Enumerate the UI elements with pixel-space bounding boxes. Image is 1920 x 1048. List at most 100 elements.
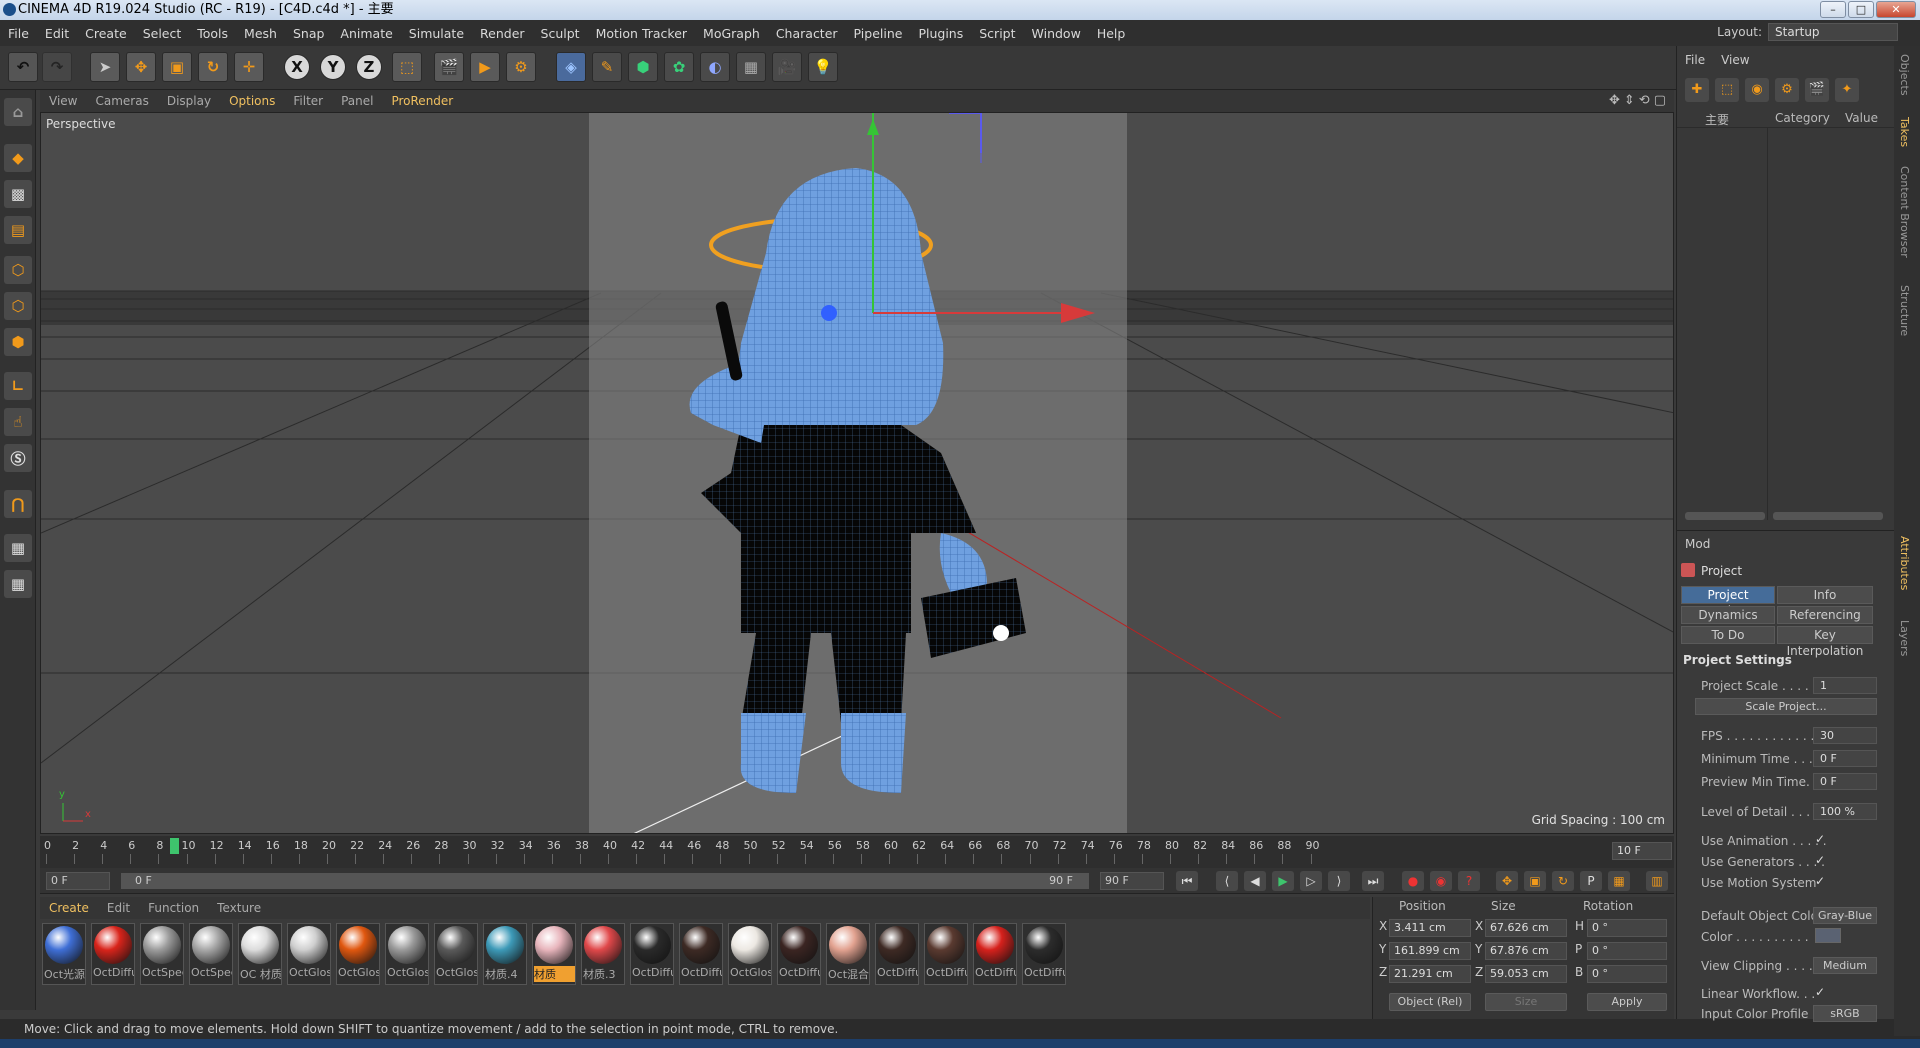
material-swatch[interactable]: OctGlos [434,923,478,985]
render-settings-icon[interactable]: ⚙ [506,52,536,82]
material-swatch[interactable]: 材质.3 [581,923,625,985]
takes-camera-icon[interactable]: ✦ [1835,78,1859,102]
points-mode-icon[interactable]: ⬡ [4,256,32,284]
material-swatch[interactable]: OctSpec [140,923,184,985]
rotation-field[interactable]: 0 ° [1587,965,1667,983]
scale-tool-icon[interactable]: ▣ [162,52,192,82]
menu-render[interactable]: Render [472,26,533,41]
material-swatch[interactable]: 材质 [532,923,576,985]
viewport-menu-options[interactable]: Options [220,94,284,108]
texture-mode-icon[interactable]: ▩ [4,180,32,208]
go-to-start-icon[interactable]: ⏮ [1176,871,1198,891]
live-selection-icon[interactable]: ➤ [90,52,120,82]
maximize-button[interactable]: □ [1848,1,1874,18]
coordinate-system-icon[interactable]: ⬚ [392,52,422,82]
takes-add-icon[interactable]: ✚ [1685,78,1709,102]
size-field[interactable]: 67.876 cm [1485,942,1567,960]
pen-spline-icon[interactable]: ✎ [592,52,622,82]
takes-scrollbar-right[interactable] [1773,512,1883,520]
size-field[interactable]: 67.626 cm [1485,919,1567,937]
menu-select[interactable]: Select [135,26,190,41]
preview-min-field[interactable]: 0 F [1813,773,1877,790]
deformer-icon[interactable]: ◐ [700,52,730,82]
solo-mode-icon[interactable]: Ⓢ [4,444,32,472]
attr-mode-menu[interactable]: Mod [1677,537,1718,551]
menu-file[interactable]: File [0,26,37,41]
last-tool-icon[interactable]: ✛ [234,52,264,82]
tab-to-do[interactable]: To Do [1681,626,1775,644]
previous-key-icon[interactable]: ⟨ [1216,871,1238,891]
viewport-rotate-icon[interactable]: ⟲ [1639,93,1650,108]
tab-info[interactable]: Info [1777,586,1873,604]
move-tool-icon[interactable]: ✥ [126,52,156,82]
material-swatch[interactable]: OctDiffu [973,923,1017,985]
timeline-playhead[interactable] [170,838,180,854]
next-key-icon[interactable]: ⟩ [1328,871,1350,891]
lod-field[interactable]: 100 % [1813,803,1877,820]
preview-range-slider[interactable]: 0 F 90 F [120,872,1090,890]
layout-dropdown[interactable]: Startup [1768,23,1898,41]
material-swatch[interactable]: 材质.4 [483,923,527,985]
z-axis-lock-icon[interactable]: Z [356,54,382,80]
previous-frame-icon[interactable]: ◀ [1244,871,1266,891]
takes-override-icon[interactable]: ⬚ [1715,78,1739,102]
default-color-dropdown[interactable]: Gray-Blue [1813,907,1877,924]
menu-plugins[interactable]: Plugins [910,26,971,41]
record-pla-icon[interactable]: ▦ [1608,871,1630,891]
takes-auto-icon[interactable]: ◉ [1745,78,1769,102]
polygons-mode-icon[interactable]: ⬢ [4,328,32,356]
material-menu-texture[interactable]: Texture [208,901,270,915]
om-view-menu[interactable]: View [1713,53,1757,67]
material-swatch[interactable]: Oct光源 [42,923,86,985]
perspective-viewport[interactable]: Perspective y x Grid Spacing : 100 cm [40,112,1674,834]
record-rotation-icon[interactable]: ↻ [1552,871,1574,891]
material-swatch[interactable]: OctGlos [728,923,772,985]
subdivision-icon[interactable]: ⬢ [628,52,658,82]
material-swatch[interactable]: OctGlos [336,923,380,985]
close-button[interactable]: ✕ [1876,1,1916,18]
menu-script[interactable]: Script [971,26,1023,41]
snap-icon[interactable]: ⋂ [4,490,32,518]
use-motion-checkbox[interactable]: ✓ [1815,874,1825,888]
viewport-menu-cameras[interactable]: Cameras [86,94,157,108]
camera-icon[interactable]: 🎥 [772,52,802,82]
material-swatch[interactable]: OctDiffu [777,923,821,985]
menu-snap[interactable]: Snap [285,26,332,41]
side-tab-layers[interactable]: Layers [1898,620,1911,656]
viewport-move-icon[interactable]: ✥ [1609,93,1620,108]
position-field[interactable]: 161.899 cm [1389,942,1471,960]
play-icon[interactable]: ▶ [1272,871,1294,891]
view-clipping-dropdown[interactable]: Medium [1813,957,1877,974]
menu-simulate[interactable]: Simulate [401,26,472,41]
input-profile-dropdown[interactable]: sRGB [1813,1005,1877,1022]
x-axis-lock-icon[interactable]: X [284,54,310,80]
coordinate-mode-dropdown[interactable]: Object (Rel) [1389,993,1471,1011]
side-tab-structure[interactable]: Structure [1898,285,1911,336]
menu-character[interactable]: Character [768,26,846,41]
menu-window[interactable]: Window [1024,26,1089,41]
undo-icon[interactable]: ↶ [8,52,38,82]
record-scale-icon[interactable]: ▣ [1524,871,1546,891]
light-icon[interactable]: 💡 [808,52,838,82]
next-frame-icon[interactable]: ▷ [1300,871,1322,891]
position-field[interactable]: 3.411 cm [1389,919,1471,937]
side-tab-content-browser[interactable]: Content Browser [1898,166,1911,258]
cube-object-icon[interactable]: ◈ [556,52,586,82]
takes-lock-icon[interactable]: ⚙ [1775,78,1799,102]
timeline-ruler[interactable]: 10 F 0 2 4 6 8 10 12 14 16 18 20 22 24 26 28 30 32 34 36 38… [40,836,1674,868]
menu-help[interactable]: Help [1089,26,1134,41]
material-menu-create[interactable]: Create [40,901,98,915]
rotate-tool-icon[interactable]: ↻ [198,52,228,82]
material-swatch[interactable]: OctDiffu [924,923,968,985]
material-menu-edit[interactable]: Edit [98,901,139,915]
record-position-icon[interactable]: ✥ [1496,871,1518,891]
layout-selector[interactable]: Layout: Startup [1717,23,1898,41]
tab-dynamics[interactable]: Dynamics [1681,606,1775,624]
material-swatch[interactable]: OctDiffu [875,923,919,985]
use-animation-checkbox[interactable]: ✓ [1815,832,1825,846]
planar-workplane-icon[interactable]: ▦ [4,570,32,598]
side-tab-attributes[interactable]: Attributes [1898,536,1911,590]
material-swatch[interactable]: OctDiffu [630,923,674,985]
workplane-icon[interactable]: ▤ [4,216,32,244]
scale-project-button[interactable]: Scale Project... [1695,698,1877,715]
